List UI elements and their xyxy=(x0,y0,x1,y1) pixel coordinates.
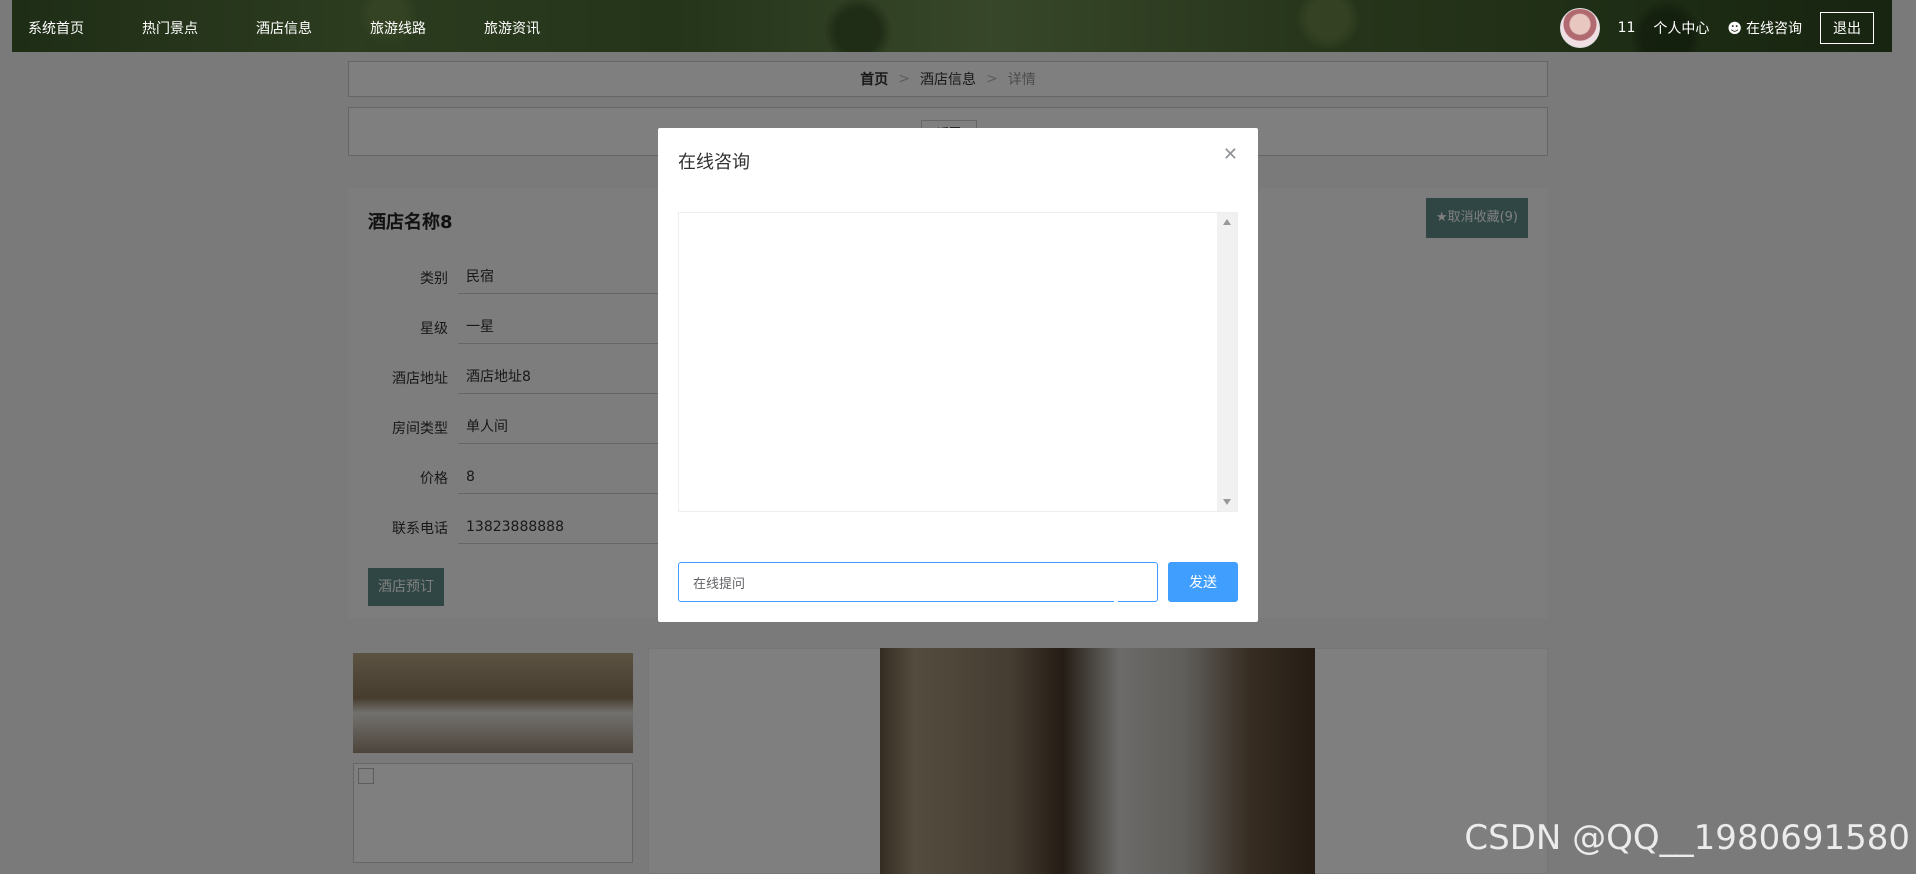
chat-scrollbar[interactable] xyxy=(1217,213,1237,511)
chat-history[interactable] xyxy=(678,212,1238,512)
dialog-title: 在线咨询 xyxy=(678,152,750,173)
nav-item-home[interactable]: 系统首页 xyxy=(28,18,84,38)
nav-item-hotels[interactable]: 酒店信息 xyxy=(256,18,312,38)
nav-item-routes[interactable]: 旅游线路 xyxy=(370,18,426,38)
online-consult-link[interactable]: ☻ 在线咨询 xyxy=(1727,18,1802,38)
nav-item-news[interactable]: 旅游资讯 xyxy=(484,18,540,38)
watermark: CSDN @QQ__1980691580 xyxy=(1464,818,1910,858)
send-button[interactable]: 发送 xyxy=(1168,562,1238,602)
nav-item-attractions[interactable]: 热门景点 xyxy=(142,18,198,38)
user-area: 11 个人中心 ☻ 在线咨询 退出 xyxy=(1559,8,1874,48)
user-icon: ☻ xyxy=(1727,21,1742,37)
user-id: 11 xyxy=(1617,20,1636,36)
close-icon[interactable]: ✕ xyxy=(1223,144,1238,165)
main-nav: 系统首页 热门景点 酒店信息 旅游线路 旅游资讯 xyxy=(28,18,598,38)
online-consult-dialog: 在线咨询 ✕ 发送 xyxy=(658,128,1258,622)
personal-center-link[interactable]: 个人中心 xyxy=(1653,18,1709,38)
logout-button[interactable]: 退出 xyxy=(1820,12,1874,44)
question-input[interactable] xyxy=(678,562,1158,602)
avatar[interactable] xyxy=(1559,8,1600,48)
scroll-down-icon[interactable] xyxy=(1223,499,1231,505)
scroll-up-icon[interactable] xyxy=(1223,219,1231,225)
